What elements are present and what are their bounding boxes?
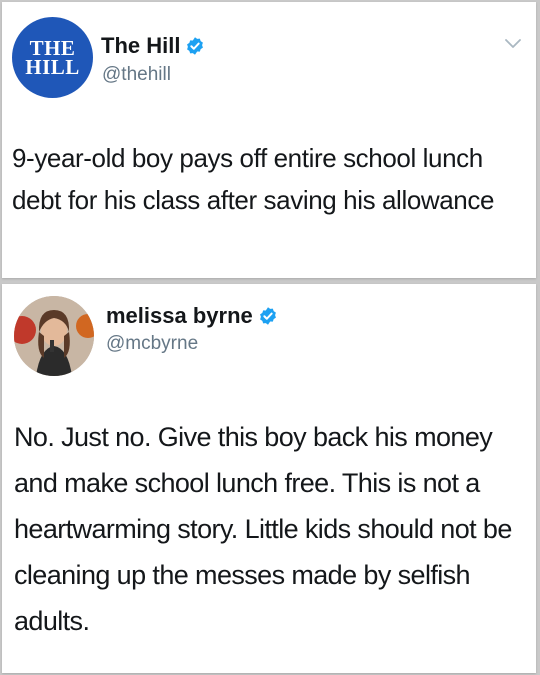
avatar[interactable]: THE HILL [12, 17, 93, 98]
author-name-row[interactable]: melissa byrne [106, 303, 278, 329]
avatar[interactable] [14, 296, 94, 376]
handle[interactable]: @thehill [102, 64, 171, 86]
tweet-text: No. Just no. Give this boy back his mone… [14, 422, 512, 636]
verified-badge-icon [259, 307, 276, 325]
handle[interactable]: @mcbyrne [106, 333, 198, 355]
profile-photo [14, 296, 94, 376]
display-name[interactable]: The Hill [101, 33, 180, 59]
tweet-text: 9-year-old boy pays off entire school lu… [12, 143, 495, 215]
logo-text-hill: HILL [25, 54, 80, 79]
chevron-down-icon[interactable] [504, 38, 522, 50]
tweet-card-mcbyrne[interactable]: melissa byrne @mcbyrne No. Just no. Give… [2, 284, 536, 673]
verified-badge-icon [187, 37, 204, 55]
author-name-row[interactable]: The Hill [101, 33, 205, 59]
tweet-card-thehill[interactable]: THE HILL The Hill @thehill 9-year-old bo… [2, 2, 536, 278]
display-name[interactable]: melissa byrne [106, 303, 253, 329]
the-hill-logo: THE HILL [12, 17, 93, 98]
